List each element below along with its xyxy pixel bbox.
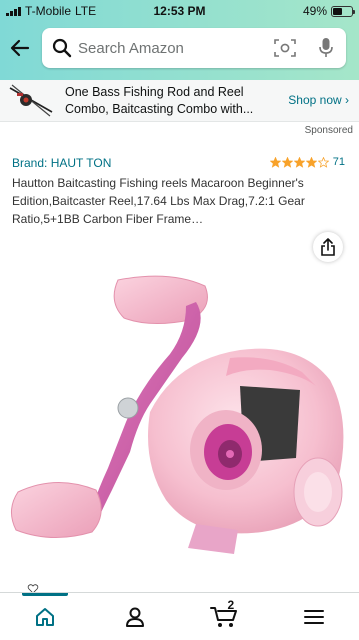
star-rating — [269, 156, 329, 168]
microphone-icon[interactable] — [318, 37, 334, 59]
brand-link[interactable]: Brand: HAUT TON — [12, 156, 111, 170]
search-bar[interactable] — [42, 28, 346, 68]
tab-account[interactable] — [90, 593, 180, 640]
banner-line-1: One Bass Fishing Rod and Reel — [65, 85, 244, 99]
banner-text: One Bass Fishing Rod and Reel Combo, Bai… — [65, 84, 283, 118]
back-arrow-icon[interactable] — [8, 36, 32, 60]
star-icon — [281, 156, 293, 168]
product-title: Hautton Baitcasting Fishing reels Macaro… — [12, 176, 305, 226]
rating-count[interactable]: 71 — [333, 156, 345, 168]
star-icon — [293, 156, 305, 168]
share-icon — [321, 238, 335, 256]
tab-menu[interactable] — [269, 593, 359, 640]
rating[interactable]: 71 — [269, 156, 345, 168]
tab-cart[interactable]: 2 — [180, 593, 270, 640]
star-icon — [305, 156, 317, 168]
search-input[interactable] — [78, 36, 268, 60]
shop-now-link[interactable]: Shop now › — [288, 93, 349, 107]
cart-count: 2 — [227, 598, 235, 612]
home-icon — [35, 608, 54, 626]
status-right: 49% — [302, 4, 355, 18]
status-bar: T-Mobile LTE 12:53 PM 49% — [0, 0, 359, 22]
header: T-Mobile LTE 12:53 PM 49% — [0, 0, 359, 80]
product-image[interactable] — [0, 262, 359, 592]
search-row — [0, 26, 359, 70]
battery-icon — [331, 5, 355, 17]
sponsored-banner[interactable]: One Bass Fishing Rod and Reel Combo, Bai… — [0, 80, 359, 122]
camera-scan-icon[interactable] — [274, 38, 296, 58]
bottom-tab-bar: 2 — [0, 592, 359, 640]
screen: T-Mobile LTE 12:53 PM 49% Search Amazon … — [0, 0, 359, 640]
share-button[interactable] — [313, 232, 343, 262]
sponsored-label: Sponsored — [304, 125, 353, 136]
person-icon — [125, 607, 144, 627]
star-icon — [317, 156, 329, 168]
star-icon — [269, 156, 281, 168]
menu-icon — [304, 610, 325, 624]
tab-home[interactable] — [0, 593, 90, 640]
battery-percent: 49% — [302, 4, 327, 18]
banner-line-2: Combo, Baitcasting Combo with... — [65, 102, 254, 116]
rod-reel-combo-thumbnail — [9, 84, 53, 117]
search-icon — [52, 38, 72, 58]
